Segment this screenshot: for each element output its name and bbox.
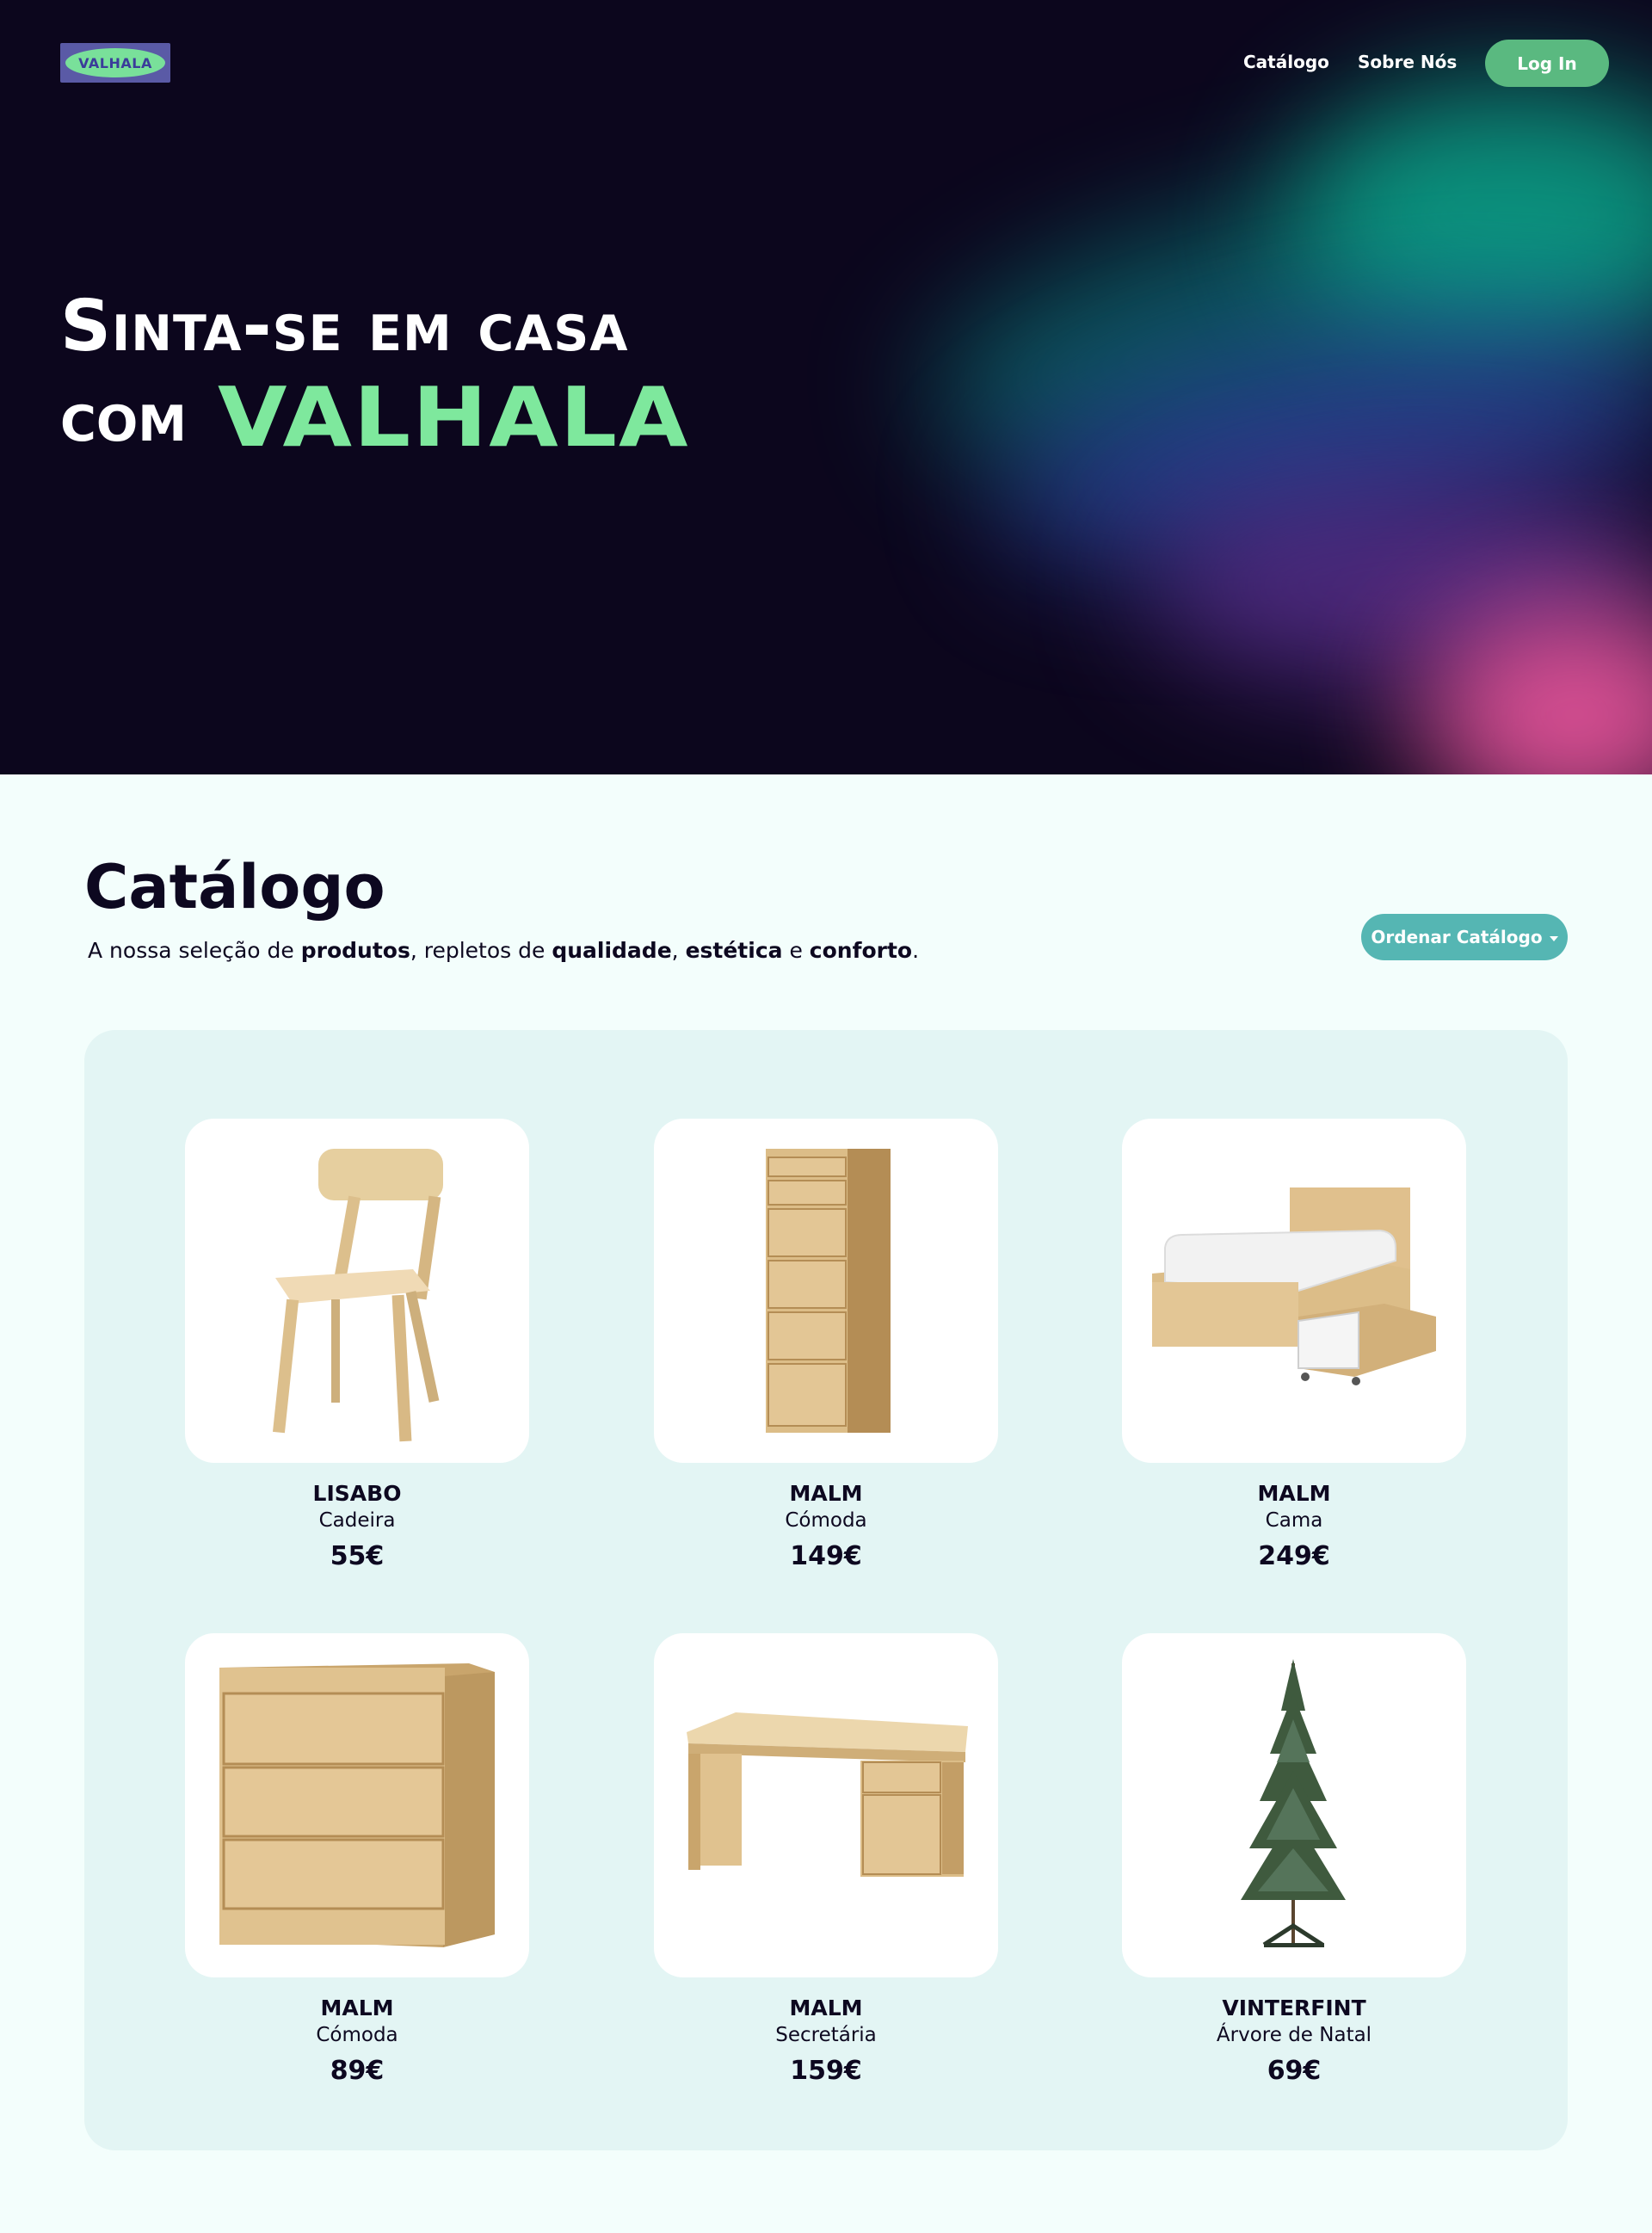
logo[interactable]: VALHALA: [60, 43, 170, 83]
product-card[interactable]: MALM Cama 249€: [1122, 1119, 1466, 1573]
caret-down-icon: [1549, 935, 1558, 941]
top-nav: VALHALA Catálogo Sobre Nós Log In: [0, 0, 1652, 126]
product-name: VINTERFINT: [1222, 1996, 1366, 2020]
sort-catalog-button[interactable]: Ordenar Catálogo: [1361, 914, 1568, 960]
tall-dresser-image: [654, 1119, 998, 1463]
nav-link-catalogo[interactable]: Catálogo: [1243, 52, 1329, 72]
login-button[interactable]: Log In: [1485, 40, 1609, 87]
logo-text: VALHALA: [78, 54, 152, 71]
product-type: Cómoda: [785, 1509, 867, 1532]
product-card[interactable]: MALM Secretária 159€: [654, 1633, 998, 2088]
product-type: Árvore de Natal: [1216, 2024, 1372, 2046]
desk-image: [654, 1633, 998, 1977]
dresser-image: [185, 1633, 529, 1977]
christmas-tree-image: [1122, 1633, 1466, 1977]
product-type: Cómoda: [316, 2024, 398, 2046]
product-card[interactable]: MALM Cómoda 89€: [185, 1633, 529, 2088]
product-name: MALM: [320, 1996, 394, 2020]
catalog-subtitle: A nossa seleção de produtos, repletos de…: [88, 938, 920, 963]
product-card[interactable]: VINTERFINT Árvore de Natal 69€: [1122, 1633, 1466, 2088]
product-card[interactable]: LISABO Cadeira 55€: [185, 1119, 529, 1573]
product-price: 89€: [330, 2056, 385, 2086]
product-grid: LISABO Cadeira 55€ MALM Cómoda 149€ MALM…: [84, 1030, 1568, 2150]
product-price: 55€: [330, 1541, 385, 1571]
product-card[interactable]: MALM Cómoda 149€: [654, 1119, 998, 1573]
nav-link-sobre-nos[interactable]: Sobre Nós: [1358, 52, 1457, 72]
chair-image: [185, 1119, 529, 1463]
hero-line-2-prefix: com: [60, 376, 188, 458]
catalog-title: Catálogo: [84, 852, 385, 922]
hero-section: VALHALA Catálogo Sobre Nós Log In Sinta-…: [0, 0, 1652, 774]
product-type: Cama: [1265, 1509, 1323, 1532]
product-price: 249€: [1258, 1541, 1330, 1571]
hero-line-1: Sinta-se em casa: [60, 286, 629, 367]
hero-brand: VALHALA: [218, 368, 690, 466]
hero-headline: Sinta-se em casa com VALHALA: [60, 284, 690, 465]
product-price: 149€: [790, 1541, 862, 1571]
product-name: MALM: [789, 1481, 863, 1506]
product-type: Cadeira: [318, 1509, 396, 1532]
product-price: 159€: [790, 2056, 862, 2086]
product-price: 69€: [1267, 2056, 1322, 2086]
product-type: Secretária: [775, 2024, 877, 2046]
product-name: LISABO: [312, 1481, 402, 1506]
bed-image: [1122, 1119, 1466, 1463]
product-name: MALM: [1257, 1481, 1331, 1506]
product-name: MALM: [789, 1996, 863, 2020]
